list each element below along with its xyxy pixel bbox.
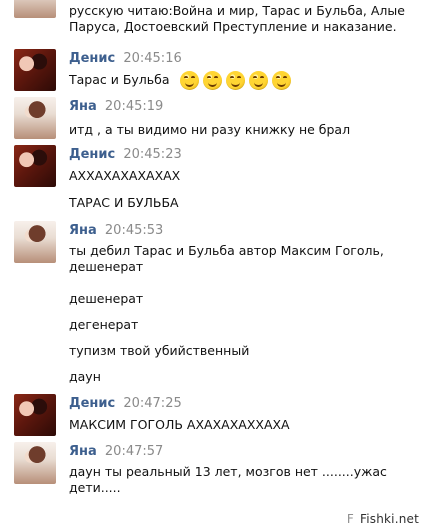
- watermark-main: Fishki.net: [359, 512, 419, 526]
- message-line: Тарас и Бульба: [69, 72, 170, 87]
- message-time: 20:45:53: [104, 223, 164, 238]
- laughing-emoji-icon: [225, 71, 245, 90]
- message-meta-1: Денис 20:45:16: [69, 51, 182, 67]
- laughing-emoji-icon: [179, 71, 199, 90]
- message-time: 20:47:57: [104, 444, 164, 459]
- message-time: 20:47:25: [123, 396, 182, 411]
- message-text-1: Тарас и Бульба: [69, 71, 291, 90]
- sender-name[interactable]: Денис: [69, 51, 115, 66]
- message-text-4b: дешенерат: [69, 291, 144, 306]
- message-meta-2: Яна 20:45:19: [69, 99, 163, 115]
- yana-avatar: [14, 97, 56, 139]
- watermark-prefix: F: [346, 512, 354, 526]
- yana-avatar: [14, 221, 56, 263]
- denis-avatar: [14, 49, 56, 91]
- message-meta-5: Денис 20:47:25: [69, 396, 182, 412]
- laughing-emoji-icon: [248, 71, 268, 90]
- yana-avatar: [14, 442, 56, 484]
- message-text-0: русскую читаю:Война и мир, Тарас и Бульб…: [69, 3, 405, 34]
- message-time: 20:45:19: [104, 99, 164, 114]
- message-text-6: даун ты реальный 13 лет, мозгов нет ....…: [69, 464, 387, 495]
- emoji-row: [179, 71, 291, 90]
- laughing-emoji-icon: [202, 71, 222, 90]
- message-text-3a: АХХАХАХАХАХАХ: [69, 168, 181, 183]
- sender-name[interactable]: Денис: [69, 147, 115, 162]
- message-text-4e: даун: [69, 369, 101, 384]
- denis-avatar: [14, 145, 56, 187]
- sender-name[interactable]: Яна: [69, 223, 97, 238]
- message-meta-3: Денис 20:45:23: [69, 147, 182, 163]
- message-meta-4: Яна 20:45:53: [69, 223, 163, 239]
- chat-window: русскую читаю:Война и мир, Тарас и Бульб…: [0, 0, 429, 530]
- message-text-4a: ты дебил Тарас и Бульба автор Максим Гог…: [69, 243, 384, 274]
- message-time: 20:45:23: [123, 147, 182, 162]
- denis-avatar: [14, 394, 56, 436]
- message-text-2: итд , а ты видимо ни разу книжку не брал: [69, 122, 351, 137]
- sender-name[interactable]: Денис: [69, 396, 115, 411]
- message-meta-6: Яна 20:47:57: [69, 444, 163, 460]
- laughing-emoji-icon: [271, 71, 291, 90]
- sender-name[interactable]: Яна: [69, 99, 97, 114]
- message-text-4c: дегенерат: [69, 317, 139, 332]
- message-text-5: МАКСИМ ГОГОЛЬ АХАХАХАХХАХА: [69, 417, 290, 432]
- avatar-yana-top: [14, 0, 56, 18]
- sender-name[interactable]: Яна: [69, 444, 97, 459]
- watermark: F Fishki.net: [347, 512, 419, 526]
- message-text-3b: ТАРАС И БУЛЬБА: [69, 195, 179, 210]
- message-time: 20:45:16: [123, 51, 182, 66]
- message-text-4d: тупизм твой убийственный: [69, 343, 250, 358]
